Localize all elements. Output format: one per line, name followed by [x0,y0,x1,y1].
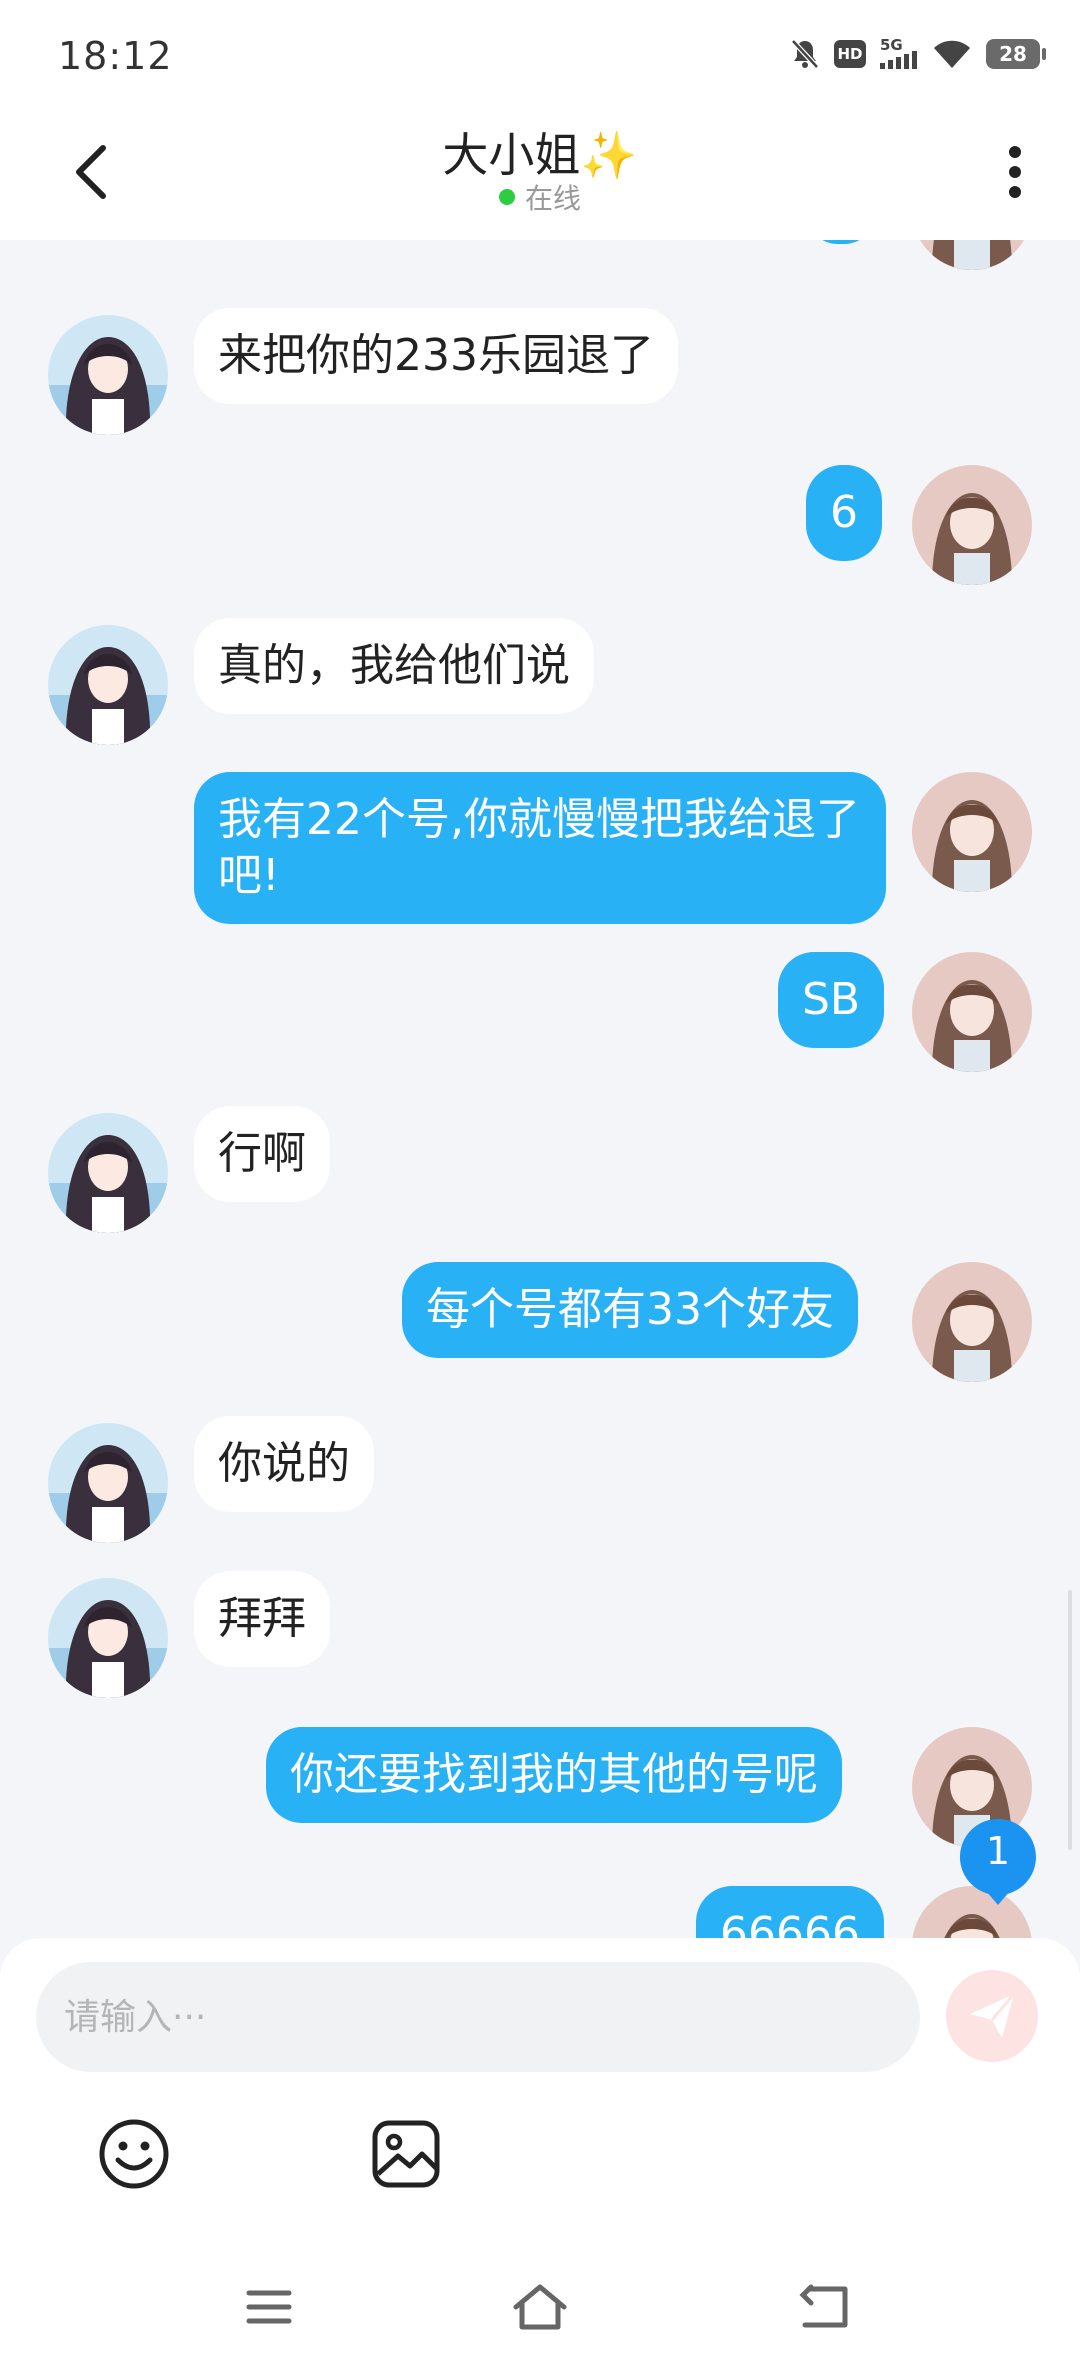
unread-count: 1 [985,1829,1011,1873]
my-avatar[interactable] [912,465,1032,585]
my-avatar[interactable] [912,1262,1032,1382]
scrollbar[interactable] [1068,1590,1072,1850]
input-panel [0,1938,1080,2376]
contact-avatar[interactable] [48,315,168,435]
my-avatar[interactable] [912,952,1032,1072]
signal-5g-icon: 5G [880,36,918,69]
unread-count-badge[interactable]: 1 [956,1815,1040,1905]
message-bubble-outgoing[interactable]: 6 [806,465,882,561]
bell-muted-icon [790,38,820,70]
message-list[interactable]: 来把你的233乐园退了 6 真的，我给他们说 我有22个号,你就慢慢把我给退了吧… [0,240,1080,1940]
smiley-icon [99,2119,169,2189]
home-icon [513,2284,567,2330]
online-status-label: 在线 [524,182,581,215]
message-bubble-outgoing[interactable]: 66666 [696,1886,884,1940]
send-button[interactable] [946,1970,1038,2062]
message-bubble-incoming[interactable]: 你说的 [194,1416,374,1512]
battery-icon: 28 [986,39,1046,69]
status-bar: 18:12 HD 5G 28 [0,0,1080,105]
more-options-button[interactable] [990,137,1040,207]
message-bubble-outgoing[interactable]: SB [778,952,885,1048]
system-nav-bar [0,2250,1080,2376]
image-button[interactable] [370,2118,442,2190]
chat-header: 大小姐✨ 在线 [0,105,1080,240]
message-bubble-incoming[interactable]: 来把你的233乐园退了 [194,308,678,404]
message-input[interactable] [36,1962,920,2072]
status-time: 18:12 [58,34,173,78]
send-icon [970,1993,1016,2038]
status-icons: HD 5G 28 [790,36,1046,70]
message-bubble-outgoing[interactable]: 你还要找到我的其他的号呢 [266,1727,842,1823]
contact-avatar[interactable] [48,1423,168,1543]
message-bubble-incoming[interactable]: 真的，我给他们说 [194,618,594,714]
message-bubble-outgoing[interactable]: 我有22个号,你就慢慢把我给退了吧! [194,772,886,924]
contact-avatar[interactable] [48,625,168,745]
online-dot-icon [498,189,515,205]
back-arrow-icon [799,2284,848,2328]
my-avatar[interactable] [912,240,1032,270]
hd-icon: HD [834,40,866,68]
more-vertical-icon [1009,146,1021,198]
contact-avatar[interactable] [48,1578,168,1698]
emoji-button[interactable] [98,2118,170,2190]
network-label: 5G [880,36,903,54]
message-input-box[interactable] [36,1962,920,2072]
message-bubble-partial[interactable] [806,240,876,244]
contact-name: 大小姐✨ [442,128,638,182]
home-nav-button[interactable] [505,2272,575,2342]
menu-nav-button[interactable] [234,2272,304,2342]
message-bubble-incoming[interactable]: 拜拜 [194,1571,330,1667]
chat-screen: 18:12 HD 5G 28 大小姐✨ 在线 来把你的233乐园退了 6 真的，… [0,0,1080,2376]
message-bubble-outgoing[interactable]: 每个号都有33个好友 [402,1262,858,1358]
wifi-icon [932,38,972,70]
my-avatar[interactable] [912,772,1032,892]
contact-avatar[interactable] [48,1113,168,1233]
message-bubble-incoming[interactable]: 行啊 [194,1106,330,1202]
menu-icon [246,2290,292,2324]
online-status: 在线 [0,177,1080,217]
image-icon [372,2120,440,2188]
back-nav-button[interactable] [790,2272,860,2342]
